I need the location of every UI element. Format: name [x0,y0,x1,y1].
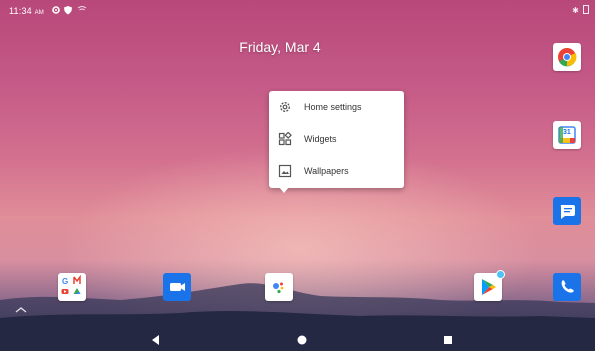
wallpapers-icon [278,164,292,178]
gear-icon [52,6,60,14]
status-time: 11:34 AM [9,6,44,16]
app-google-folder[interactable]: G [58,273,86,301]
menu-item-label: Home settings [304,102,362,112]
app-play-store[interactable] [474,270,505,301]
menu-pointer [279,187,289,193]
home-date[interactable]: Friday, Mar 4 [0,39,560,55]
app-assistant[interactable] [265,273,293,301]
app-phone[interactable] [553,273,581,301]
status-ampm: AM [34,10,44,16]
menu-item-widgets[interactable]: Widgets [269,125,404,155]
status-right-icons: ✱ [572,5,589,15]
calendar-day: 31 [563,129,571,136]
menu-item-label: Wallpapers [304,166,349,176]
app-calendar[interactable]: 31 [553,121,581,149]
google-apps-folder-icon: G [61,274,81,294]
back-icon[interactable] [149,333,163,347]
menu-item-label: Widgets [304,134,337,144]
google-assistant-icon [273,282,284,294]
menu-item-home-settings[interactable]: Home settings [269,93,404,123]
battery-icon [583,5,589,14]
widgets-icon [278,132,292,146]
home-icon[interactable] [295,333,309,347]
app-chrome[interactable] [553,43,581,71]
video-camera-icon [170,283,185,291]
bluetooth-icon: ✱ [572,6,579,15]
navigation-bar [0,328,595,351]
notification-dot [496,270,505,279]
messages-icon [560,205,575,219]
shield-icon [64,6,72,15]
chevron-up-icon[interactable] [15,306,27,314]
recents-icon[interactable] [441,333,455,347]
status-bar: 11:34 AM ✱ [0,0,595,22]
svg-text:G: G [62,277,68,286]
menu-item-wallpapers[interactable]: Wallpapers [269,157,404,187]
settings-gear-icon [280,102,290,112]
phone-icon [561,280,574,293]
home-context-menu: Home settings Widgets Wallpapers [269,91,404,188]
cast-icon [77,6,87,11]
app-messages[interactable] [553,197,581,225]
chrome-icon [558,48,577,67]
app-duo[interactable] [163,273,191,301]
status-time-value: 11:34 [9,6,32,16]
